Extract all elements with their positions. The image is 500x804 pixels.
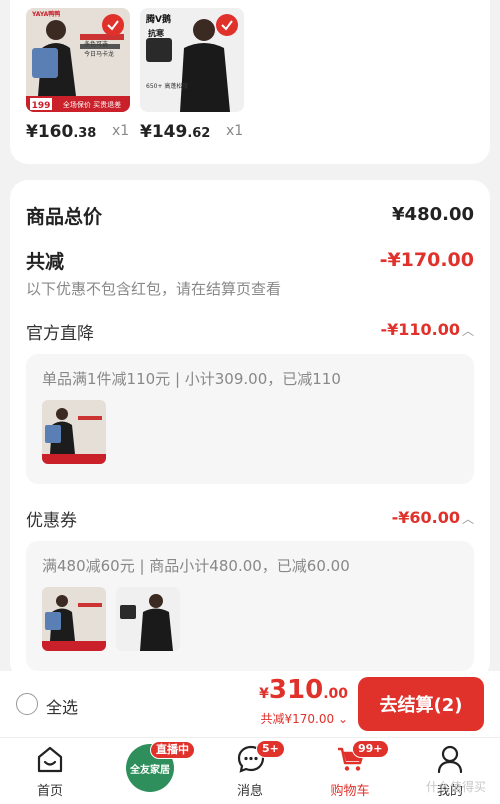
official-discount-label: 官方直降 (26, 324, 94, 344)
watermark: 什么值得买 (425, 780, 486, 794)
product-qty-2: x1 (226, 123, 244, 139)
product-image-down-jacket-woman (42, 587, 106, 651)
total-label: 商品总价 (26, 206, 103, 228)
bottom-tab-bar: 首页 全友家居 直播中 5+ 消息 99+ 购物车 我的 什么值得买 (0, 737, 500, 804)
messages-badge: 5+ (256, 740, 285, 758)
product-image-down-jacket-woman (42, 400, 106, 464)
official-discount-detail: 单品满1件减110元 | 小计309.00，已减110 (26, 354, 474, 484)
official-discount-product-thumb[interactable] (42, 400, 106, 464)
price-decimal: .38 (73, 126, 97, 141)
coupon-value: -¥60.00 (391, 508, 460, 527)
select-all-radio[interactable] (16, 693, 38, 715)
thumb-brand: 腾V鹅 (145, 13, 171, 25)
tab-cart-label: 购物车 (330, 784, 370, 799)
user-profile-icon (437, 745, 463, 774)
official-discount-toggle[interactable]: -¥110.00 ︿ (380, 320, 474, 339)
total-decimal: .00 (323, 686, 348, 702)
cart-badge: 99+ (352, 740, 389, 758)
total-price: ¥310.00 (259, 675, 348, 705)
discount-value: -¥170.00 (379, 249, 474, 271)
checkout-button[interactable]: 去结算(2) (358, 677, 484, 731)
tab-home-label: 首页 (36, 784, 63, 799)
chevron-up-icon: ︿ (461, 512, 474, 526)
price-integer: ¥160 (26, 122, 74, 142)
product-qty-1: x1 (112, 123, 130, 139)
coupon-product-thumb-1[interactable] (42, 587, 106, 651)
home-icon (37, 746, 63, 773)
thumb-price: 199 (32, 101, 51, 111)
coupon-desc: 满480减60元 | 商品小计480.00，已减60.00 (42, 557, 350, 575)
coupon-product-thumb-2[interactable] (116, 587, 180, 651)
coupon-label: 优惠券 (26, 511, 77, 531)
tab-home[interactable]: 首页 (0, 738, 100, 804)
price-integer: ¥149 (140, 122, 188, 142)
coupon-toggle[interactable]: -¥60.00 ︿ (392, 508, 474, 527)
product-thumbnail-2[interactable]: 腾V鹅 抗寒 650+ 高蓬松度 (140, 8, 244, 112)
tab-messages[interactable]: 5+ 消息 (200, 738, 300, 804)
official-discount-desc: 单品满1件减110元 | 小计309.00，已减110 (42, 370, 341, 388)
price-summary-card: 商品总价 ¥480.00 共减 -¥170.00 以下优惠不包含红包，请在结算页… (10, 180, 490, 680)
product-image-down-jacket-man (116, 587, 180, 651)
thumb-tagline-1: 多色可选 (84, 40, 108, 48)
coupon-detail: 满480减60元 | 商品小计480.00，已减60.00 (26, 541, 474, 671)
discount-label: 共减 (26, 251, 65, 273)
selected-check-icon[interactable] (216, 14, 238, 36)
official-discount-value: -¥110.00 (380, 320, 460, 339)
chevron-up-icon: ︿ (461, 324, 474, 338)
checkout-bar: 全选 ¥310.00 共减¥170.00 ⌄ 去结算(2) (0, 671, 500, 737)
price-decimal: .62 (187, 126, 211, 141)
selected-check-icon[interactable] (102, 14, 124, 36)
tab-cart[interactable]: 99+ 购物车 (300, 738, 400, 804)
thumb-brand: YAYA鸭鸭 (31, 10, 60, 18)
discount-note: 以下优惠不包含红包，请在结算页查看 (26, 280, 282, 298)
thumb-tagline-2: 今日马卡龙 (84, 50, 114, 58)
thumb-tagline-2: 650+ 高蓬松度 (146, 82, 188, 90)
product-price-2: ¥149.62 (140, 122, 210, 142)
total-discount-toggle[interactable]: 共减¥170.00 ⌄ (261, 710, 349, 727)
select-all-label[interactable]: 全选 (46, 694, 78, 718)
thumb-tagline-1: 抗寒 (148, 28, 165, 38)
product-price-1: ¥160.38 (26, 122, 96, 142)
live-badge: 直播中 (150, 741, 195, 759)
selected-products-card: 199 YAYA鸭鸭 多色可选 今日马卡龙 全场保价 买贵退差 腾V鹅 抗寒 6… (10, 0, 490, 164)
total-integer: 310 (268, 675, 324, 705)
currency-symbol: ¥ (259, 686, 269, 702)
tab-messages-label: 消息 (236, 784, 263, 799)
product-thumbnail-1[interactable]: 199 YAYA鸭鸭 多色可选 今日马卡龙 全场保价 买贵退差 (26, 8, 130, 112)
total-value: ¥480.00 (392, 204, 474, 225)
tab-live[interactable]: 全友家居 直播中 (100, 738, 200, 804)
thumb-banner: 全场保价 买贵退差 (63, 100, 121, 109)
